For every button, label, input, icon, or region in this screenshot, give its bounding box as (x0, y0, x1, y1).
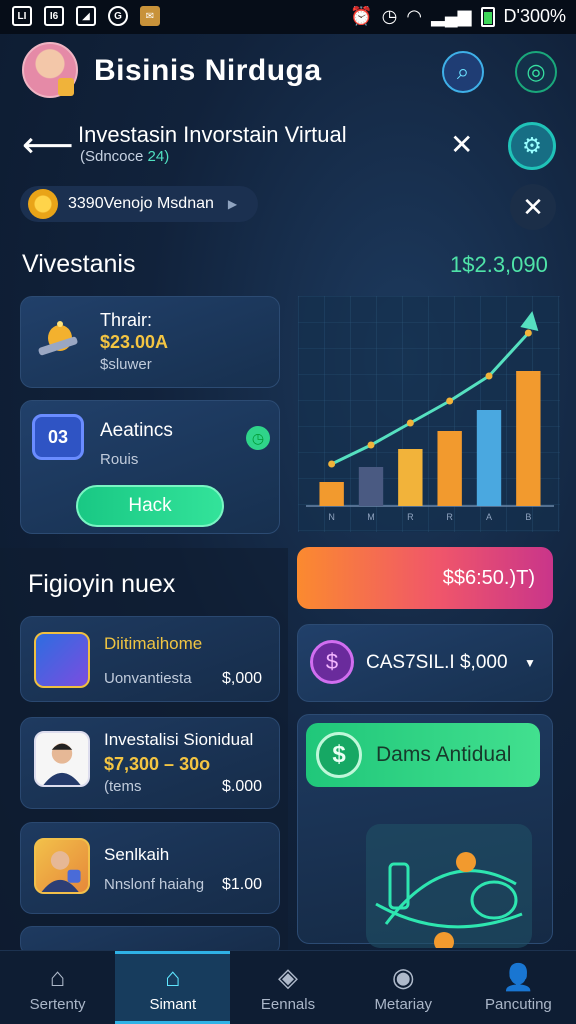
total-value: 1$2.3,090 (450, 252, 548, 277)
chevron-down-icon[interactable]: ▼ (524, 656, 536, 670)
home-outline-icon: ⌂ (164, 962, 181, 992)
list-item-name: Investalisi Sionidual (104, 730, 254, 749)
badge-icon (58, 78, 74, 96)
alarm-icon: ◷ (381, 6, 398, 26)
chart-bar (398, 449, 423, 506)
target-button[interactable]: ◎ (515, 51, 557, 93)
target-icon: ◎ (526, 59, 546, 84)
list-item-sub: (tems (104, 778, 142, 795)
list-item-amount: $,000 (222, 670, 263, 687)
signal-icon: ▂▄▆ (431, 6, 472, 26)
notification-icon: G (108, 6, 128, 26)
gear-icon: ⚙ (522, 133, 542, 158)
chart-tick-label: B (525, 512, 531, 522)
battery-icon (480, 6, 495, 27)
trend-point (485, 372, 493, 380)
chart-tick-label: R (446, 512, 453, 522)
subtitle-accent: 24) (147, 148, 170, 165)
list-item-highlight: $7,300 – 30o (104, 754, 211, 774)
wifi-icon: ◠ (406, 6, 423, 26)
activity-sub: Rouis (100, 451, 139, 468)
hack-button[interactable]: Hack (76, 485, 224, 527)
app-title: Bisinis Nirduga (94, 54, 322, 87)
settings-button[interactable]: ⚙ (508, 122, 556, 170)
search-icon: ⌕ (456, 59, 470, 84)
growth-chart: NMRRAB (298, 296, 560, 532)
home-icon: ⌂ (49, 962, 66, 992)
clock-icon: ◷ (246, 426, 270, 450)
search-button[interactable]: ⌕ (442, 51, 484, 93)
value-banner[interactable]: $$6:50.)T) (297, 547, 553, 609)
avatar (34, 838, 90, 894)
close-icon: ✕ (522, 191, 544, 222)
nav-label: Metariay (374, 996, 432, 1013)
nav-item-eennals[interactable]: ◈ Eennals (230, 951, 345, 1024)
chart-tick-label: M (367, 512, 375, 522)
cube-icon: ◈ (278, 962, 298, 992)
nav-label: Simant (149, 996, 197, 1013)
document-icon (34, 632, 90, 688)
rocket-icon (38, 321, 78, 356)
page-subtitle: (Sdncoce 24) (80, 148, 169, 165)
notification-icon: ◢ (76, 6, 96, 26)
chart-tick-label: N (328, 512, 335, 522)
asset-name: Thrair: (100, 310, 153, 330)
mail-icon: ✉ (140, 6, 160, 26)
status-notification-icons: LI I6 ◢ G ✉ (12, 6, 160, 26)
subtitle-text: (Sdncoce (80, 148, 144, 165)
balance-text: 3390Venojo Msdnan (68, 195, 214, 212)
chart-tick-label: R (407, 512, 414, 522)
avatar (34, 731, 90, 787)
investment-illustration-icon (366, 824, 532, 948)
section-title: Vivestanis (22, 250, 136, 278)
user-icon: 👤 (502, 962, 535, 992)
page-title: Investasin Invorstain Virtual (78, 122, 347, 147)
notification-icon: LI (12, 6, 32, 26)
trend-point (367, 441, 375, 449)
close-icon[interactable]: ✕ (450, 128, 473, 161)
alarm-icon: ⏰ (350, 6, 373, 26)
notification-icon: I6 (44, 6, 64, 26)
list-title: Figioyin nuex (28, 570, 176, 598)
status-right: ⏰ ◷ ◠ ▂▄▆ D'300% (350, 6, 566, 27)
coin-icon (28, 189, 58, 219)
list-item-sub: Uonvantiesta (104, 670, 192, 687)
list-item-amount: $.000 (222, 778, 263, 795)
list-item-name: Senlkaih (104, 845, 170, 864)
asset-value: $23.00A (100, 332, 169, 352)
dismiss-button[interactable]: ✕ (510, 184, 556, 230)
trend-point (406, 419, 414, 427)
bottom-nav: ⌂ Sertenty ⌂ Simant ◈ Eennals ◉ Metariay… (0, 950, 576, 1024)
nav-label: Sertenty (29, 996, 86, 1013)
list-item-sub: Nnslonf haiahg (104, 876, 205, 893)
camera-icon: ◉ (391, 962, 415, 992)
list-item-name: Diitimaihome (104, 634, 203, 653)
nav-label: Pancuting (485, 996, 552, 1013)
trend-point (524, 329, 532, 337)
nav-item-simant[interactable]: ⌂ Simant (115, 951, 231, 1024)
nav-item-sertenty[interactable]: ⌂ Sertenty (0, 951, 115, 1024)
chart-bar (358, 467, 384, 506)
cash-dropdown-value: CAS7SIL.I $,000 (366, 652, 508, 673)
dollar-icon: $ (310, 640, 354, 684)
trend-point (328, 460, 336, 468)
chevron-right-icon: ▶ (227, 197, 238, 211)
nav-item-metariay[interactable]: ◉ Metariay (346, 951, 461, 1024)
back-arrow-icon[interactable]: ⟵ (22, 124, 74, 166)
trend-point (446, 397, 454, 405)
balance-selector[interactable]: 3390Venojo Msdnan ▶ (20, 186, 258, 222)
nav-item-pancuting[interactable]: 👤 Pancuting (461, 951, 576, 1024)
battery-text: D'300% (503, 6, 566, 26)
chart-bar (516, 371, 541, 506)
activity-name: Aeatincs (100, 420, 173, 441)
nav-label: Eennals (260, 996, 316, 1013)
chart-tick-label: A (486, 512, 492, 522)
badge-icon: 03 (32, 414, 84, 460)
list-item-amount: $1.00 (222, 876, 263, 893)
chart-bar (476, 410, 502, 506)
chart-bar (319, 482, 344, 506)
dollar-icon: $ (316, 732, 362, 778)
chart-bar (437, 431, 462, 506)
asset-sub: $sluwer (100, 356, 152, 373)
